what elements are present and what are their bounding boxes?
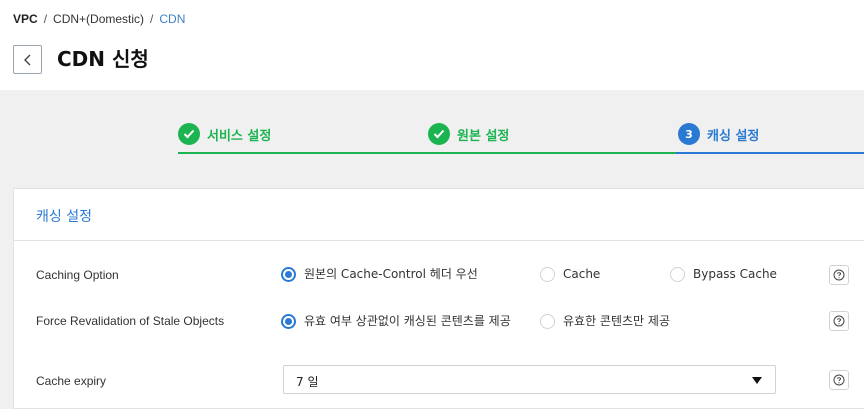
- step-label: 원본 설정: [457, 128, 510, 144]
- radio-label: 원본의 Cache-Control 헤더 우선: [304, 267, 478, 281]
- radio-label: 유효 여부 상관없이 캐싱된 콘텐츠를 제공: [304, 314, 511, 328]
- question-circle-icon: [833, 374, 845, 386]
- cache-expiry-value: 7 일: [296, 375, 319, 389]
- radio-indicator: [281, 267, 296, 282]
- cache-expiry-select[interactable]: 7 일: [283, 365, 776, 394]
- radio-cache[interactable]: Cache: [540, 267, 600, 283]
- radio-indicator: [281, 314, 296, 329]
- radio-indicator: [540, 314, 555, 329]
- check-icon: [428, 123, 450, 145]
- back-button[interactable]: [13, 45, 42, 74]
- breadcrumb: VPC / CDN+(Domestic) / CDN: [13, 12, 185, 26]
- radio-label: Cache: [563, 267, 601, 281]
- step-service-settings[interactable]: 서비스 설정: [178, 123, 271, 145]
- divider: [14, 240, 864, 241]
- question-circle-icon: [833, 269, 845, 281]
- progress-steps: 서비스 설정 원본 설정 3 캐싱 설정: [0, 90, 864, 156]
- force-revalidation-label: Force Revalidation of Stale Objects: [36, 314, 225, 328]
- step-progress-line-complete: [178, 152, 676, 154]
- help-button-force-revalidation[interactable]: [829, 311, 849, 331]
- step-caching-settings[interactable]: 3 캐싱 설정: [678, 123, 759, 145]
- radio-label: Bypass Cache: [693, 267, 777, 281]
- radio-serve-cached-regardless[interactable]: 유효 여부 상관없이 캐싱된 콘텐츠를 제공: [281, 314, 521, 330]
- check-icon: [178, 123, 200, 145]
- question-circle-icon: [833, 315, 845, 327]
- page-title: CDN 신청: [57, 47, 149, 71]
- caret-down-icon: [752, 377, 762, 384]
- step-number: 3: [678, 123, 700, 145]
- breadcrumb-item-vpc[interactable]: VPC: [13, 12, 38, 26]
- breadcrumb-separator: /: [150, 12, 154, 26]
- radio-bypass-cache[interactable]: Bypass Cache: [670, 267, 777, 283]
- page-header: VPC / CDN+(Domestic) / CDN CDN 신청: [0, 0, 864, 90]
- chevron-left-icon: [23, 54, 30, 65]
- help-button-caching-option[interactable]: [829, 265, 849, 285]
- radio-indicator: [670, 267, 685, 282]
- breadcrumb-item-cdn[interactable]: CDN: [159, 12, 185, 26]
- help-button-cache-expiry[interactable]: [829, 370, 849, 390]
- radio-indicator: [540, 267, 555, 282]
- breadcrumb-separator: /: [43, 12, 48, 26]
- caching-settings-card: 캐싱 설정 Caching Option 원본의 Cache-Control 헤…: [13, 188, 864, 409]
- breadcrumb-item-cdn-domestic[interactable]: CDN+(Domestic): [53, 12, 144, 26]
- radio-label: 유효한 콘텐츠만 제공: [563, 314, 670, 328]
- card-title: 캐싱 설정: [36, 209, 92, 225]
- step-origin-settings[interactable]: 원본 설정: [428, 123, 509, 145]
- step-progress-line-current: [676, 152, 864, 154]
- caching-option-label: Caching Option: [36, 268, 119, 282]
- radio-serve-valid-only[interactable]: 유효한 콘텐츠만 제공: [540, 314, 670, 330]
- step-label: 캐싱 설정: [707, 128, 760, 144]
- radio-origin-cache-control[interactable]: 원본의 Cache-Control 헤더 우선: [281, 267, 478, 283]
- cache-expiry-label: Cache expiry: [36, 374, 107, 388]
- step-label: 서비스 설정: [207, 128, 272, 144]
